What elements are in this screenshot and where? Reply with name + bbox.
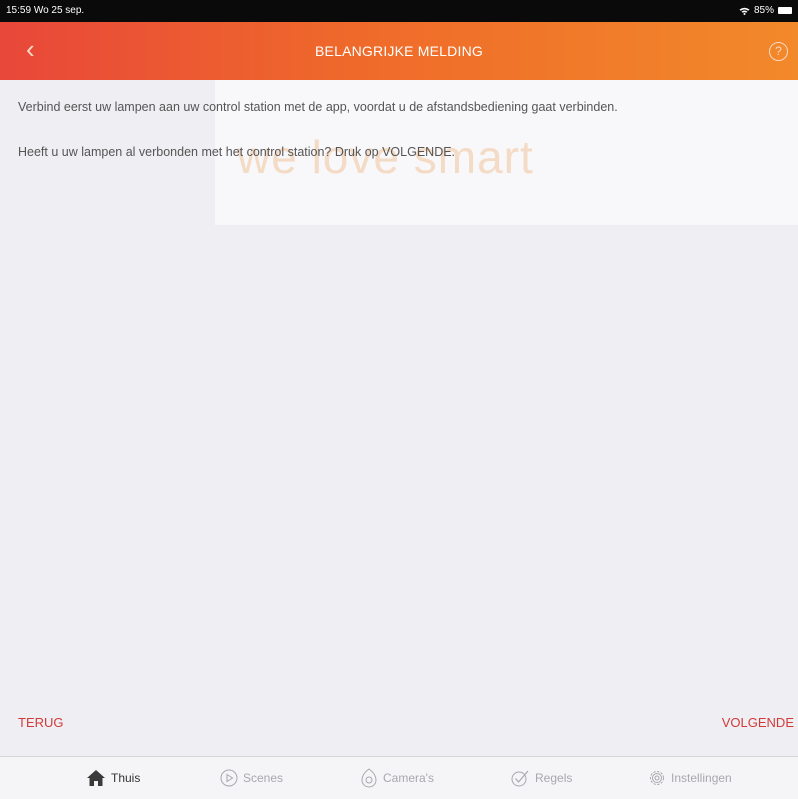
wifi-icon <box>739 7 750 15</box>
tab-label: Instellingen <box>671 771 732 785</box>
help-icon[interactable]: ? <box>769 42 788 61</box>
check-circle-icon <box>511 770 529 787</box>
tab-bar: Thuis Scenes Camera's Regels Instellinge… <box>0 756 798 799</box>
tab-scenes[interactable]: Scenes <box>220 757 283 799</box>
message-body: Verbind eerst uw lampen aan uw control s… <box>18 100 788 190</box>
battery-icon <box>778 7 792 14</box>
page-title: BELANGRIJKE MELDING <box>315 43 483 59</box>
tab-regels[interactable]: Regels <box>510 757 572 799</box>
tab-label: Scenes <box>243 771 284 785</box>
status-right: 85% <box>739 5 792 16</box>
tab-label: Thuis <box>111 771 141 785</box>
next-button[interactable]: VOLGENDE <box>722 715 794 730</box>
tab-instellingen[interactable]: Instellingen <box>648 757 732 799</box>
message-line-1: Verbind eerst uw lampen aan uw control s… <box>18 100 618 114</box>
tab-label: Regels <box>535 771 573 785</box>
back-button[interactable]: TERUG <box>18 715 64 730</box>
home-icon <box>87 770 105 786</box>
play-circle-icon <box>220 769 238 787</box>
battery-percentage: 85% <box>753 5 774 16</box>
status-time-date: 15:59 Wo 25 sep. <box>6 5 84 16</box>
tab-label: Camera's <box>383 771 434 785</box>
status-date: Wo 25 sep. <box>33 5 85 16</box>
status-bar: 15:59 Wo 25 sep. 85% <box>0 0 798 22</box>
status-time: 15:59 <box>6 5 32 16</box>
gear-icon <box>650 771 664 785</box>
message-line-2: Heeft u uw lampen al verbonden met het c… <box>18 145 456 159</box>
header-bar: ‹ BELANGRIJKE MELDING ? <box>0 22 798 80</box>
tab-thuis[interactable]: Thuis <box>86 757 140 799</box>
camera-icon <box>361 768 377 788</box>
tab-cameras[interactable]: Camera's <box>360 757 434 799</box>
